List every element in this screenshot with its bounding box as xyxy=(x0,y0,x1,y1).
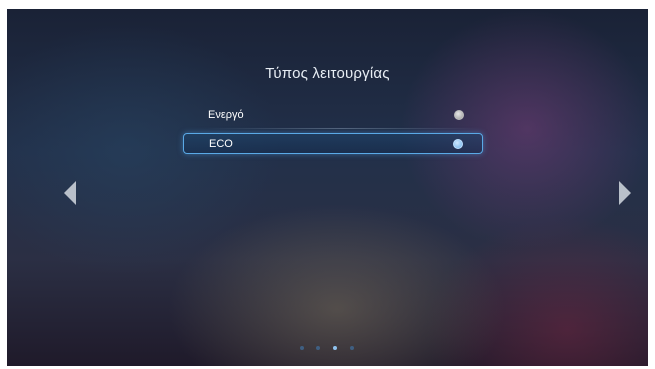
screen: Τύπος λειτουργίας Ενεργό ECO xyxy=(7,9,648,366)
option-eco[interactable]: ECO xyxy=(183,133,483,154)
radio-unselected-icon[interactable] xyxy=(454,110,464,120)
radio-selected-icon[interactable] xyxy=(453,139,463,149)
triangle-left-icon[interactable] xyxy=(64,181,76,205)
dialog-title: Τύπος λειτουργίας xyxy=(265,65,390,82)
page-dot xyxy=(300,346,304,350)
divider xyxy=(207,128,477,129)
option-label: Ενεργό xyxy=(208,109,244,121)
option-label: ECO xyxy=(209,138,233,150)
page-dot xyxy=(350,346,354,350)
triangle-right-icon[interactable] xyxy=(619,181,631,205)
page-dot xyxy=(316,346,320,350)
option-active[interactable]: Ενεργό xyxy=(183,105,483,126)
page-dot-active xyxy=(333,346,337,350)
